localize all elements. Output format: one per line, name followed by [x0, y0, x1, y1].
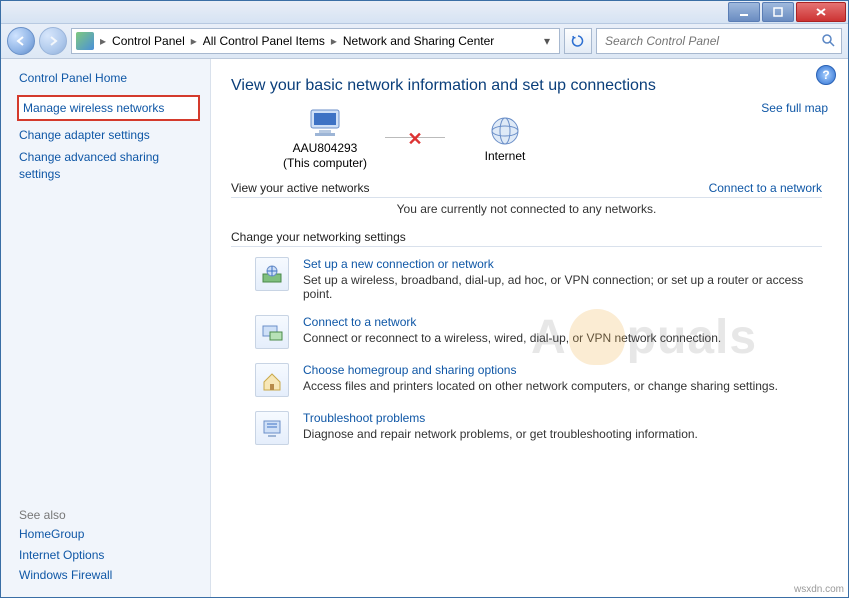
section-title: View your active networks — [231, 181, 370, 195]
map-node-sub: (This computer) — [283, 156, 367, 170]
network-map: AAU804293 (This computer) ✕ — [265, 105, 828, 171]
troubleshoot-icon — [255, 411, 289, 445]
connection-broken-icon: ✕ — [407, 129, 422, 150]
breadcrumb[interactable]: Network and Sharing Center — [341, 34, 496, 48]
help-icon[interactable]: ? — [816, 65, 836, 85]
task-desc: Connect or reconnect to a wireless, wire… — [303, 331, 721, 345]
task-desc: Diagnose and repair network problems, or… — [303, 427, 698, 441]
setup-connection-icon — [255, 257, 289, 291]
task-homegroup-sharing: Choose homegroup and sharing options Acc… — [255, 363, 822, 397]
active-networks-header: View your active networks Connect to a n… — [231, 181, 822, 198]
section-title: Change your networking settings — [231, 230, 406, 244]
task-desc: Set up a wireless, broadband, dial-up, a… — [303, 273, 822, 301]
forward-button[interactable] — [39, 27, 67, 55]
control-panel-home-link[interactable]: Control Panel Home — [19, 71, 198, 85]
maximize-button[interactable] — [762, 2, 794, 22]
search-box[interactable] — [596, 28, 842, 54]
breadcrumb-sep-icon: ▸ — [329, 34, 339, 48]
page-title: View your basic network information and … — [231, 77, 828, 95]
breadcrumb-sep-icon: ▸ — [189, 34, 199, 48]
address-dropdown-icon[interactable]: ▾ — [539, 34, 555, 48]
task-desc: Access files and printers located on oth… — [303, 379, 778, 393]
body: Control Panel Home Manage wireless netwo… — [1, 59, 848, 597]
address-bar[interactable]: ▸ Control Panel ▸ All Control Panel Item… — [71, 28, 560, 54]
titlebar — [1, 1, 848, 24]
breadcrumb[interactable]: All Control Panel Items — [201, 34, 327, 48]
map-connection-line: ✕ — [385, 137, 445, 140]
task-setup-connection: Set up a new connection or network Set u… — [255, 257, 822, 301]
window: ▸ Control Panel ▸ All Control Panel Item… — [0, 0, 849, 598]
connect-to-network-link[interactable]: Connect to a network — [709, 181, 822, 195]
see-also-windows-firewall[interactable]: Windows Firewall — [19, 567, 198, 583]
see-also-internet-options[interactable]: Internet Options — [19, 547, 198, 563]
sidebar-link-manage-wireless[interactable]: Manage wireless networks — [17, 95, 200, 121]
main-content: ? View your basic network information an… — [211, 59, 848, 597]
globe-icon — [483, 113, 527, 149]
minimize-button[interactable] — [728, 2, 760, 22]
breadcrumb-sep-icon: ▸ — [98, 34, 108, 48]
map-node-name: Internet — [485, 149, 526, 164]
homegroup-icon — [255, 363, 289, 397]
map-node-internet: Internet — [445, 113, 565, 164]
map-node-name: AAU804293 — [293, 141, 358, 155]
breadcrumb[interactable]: Control Panel — [110, 34, 187, 48]
search-input[interactable] — [603, 33, 797, 49]
task-link[interactable]: Set up a new connection or network — [303, 257, 822, 271]
map-node-this-computer: AAU804293 (This computer) — [265, 105, 385, 171]
refresh-button[interactable] — [564, 28, 592, 54]
close-button[interactable] — [796, 2, 846, 22]
task-link[interactable]: Choose homegroup and sharing options — [303, 363, 778, 377]
task-connect-network: Connect to a network Connect or reconnec… — [255, 315, 822, 349]
task-link[interactable]: Troubleshoot problems — [303, 411, 698, 425]
sidebar: Control Panel Home Manage wireless netwo… — [1, 59, 211, 597]
connect-network-icon — [255, 315, 289, 349]
task-troubleshoot: Troubleshoot problems Diagnose and repai… — [255, 411, 822, 445]
see-also-homegroup[interactable]: HomeGroup — [19, 526, 198, 542]
search-icon — [821, 33, 835, 50]
active-networks-status: You are currently not connected to any n… — [225, 202, 828, 216]
see-also-header: See also — [19, 508, 198, 522]
computer-icon — [303, 105, 347, 141]
source-tag: wsxdn.com — [794, 584, 844, 595]
change-settings-header: Change your networking settings — [231, 230, 822, 247]
task-link[interactable]: Connect to a network — [303, 315, 721, 329]
control-panel-icon — [76, 32, 94, 50]
navigation-bar: ▸ Control Panel ▸ All Control Panel Item… — [1, 24, 848, 59]
sidebar-link-adapter-settings[interactable]: Change adapter settings — [19, 127, 198, 143]
back-button[interactable] — [7, 27, 35, 55]
sidebar-link-advanced-sharing[interactable]: Change advanced sharing settings — [19, 149, 198, 181]
